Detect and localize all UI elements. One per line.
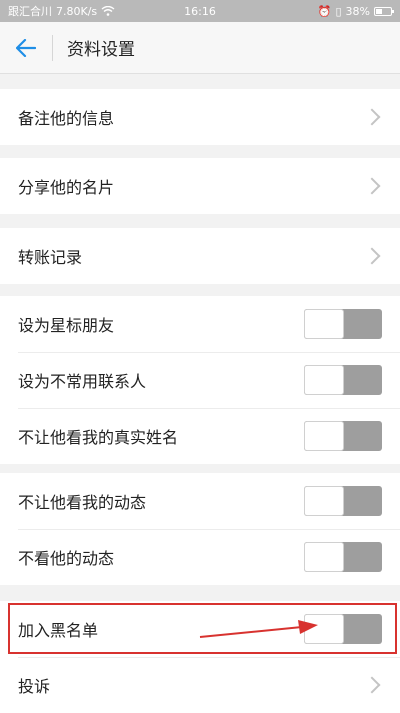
vibrate-icon: ▯ xyxy=(335,4,342,18)
row-label: 设为不常用联系人 xyxy=(18,372,147,391)
row-label: 分享他的名片 xyxy=(18,178,115,197)
arrow-left-icon xyxy=(16,38,36,57)
row-report[interactable]: 投诉 xyxy=(0,657,400,713)
group-remark: 备注他的信息 xyxy=(0,89,400,145)
row-blacklist: 加入黑名单 xyxy=(0,601,400,657)
chevron-right-icon xyxy=(363,247,381,265)
infrequent-contact-toggle[interactable] xyxy=(304,365,382,395)
row-label: 不让他看我的真实姓名 xyxy=(18,428,179,447)
back-button[interactable] xyxy=(0,22,52,74)
alarm-icon: ⏰ xyxy=(317,4,332,18)
group-transfer: 转账记录 xyxy=(0,228,400,284)
row-hide-his-moments: 不看他的动态 xyxy=(0,529,400,585)
row-infrequent-contact: 设为不常用联系人 xyxy=(0,352,400,408)
group-privacy: 设为星标朋友 设为不常用联系人 不让他看我的真实姓名 xyxy=(0,296,400,464)
chevron-right-icon xyxy=(363,108,381,126)
network-speed: 7.80K/s xyxy=(56,4,98,18)
title-divider xyxy=(52,34,53,61)
row-label: 加入黑名单 xyxy=(18,621,99,640)
hide-my-moments-toggle[interactable] xyxy=(304,486,382,516)
row-star-friend: 设为星标朋友 xyxy=(0,296,400,352)
hide-his-moments-toggle[interactable] xyxy=(304,542,382,572)
title-bar: 资料设置 xyxy=(0,22,400,74)
wifi-icon xyxy=(101,6,115,16)
chevron-right-icon xyxy=(363,676,381,694)
battery-icon xyxy=(374,6,394,16)
hide-real-name-toggle[interactable] xyxy=(304,421,382,451)
toggle-knob xyxy=(304,365,344,395)
chevron-right-icon xyxy=(363,177,381,195)
toggle-knob xyxy=(304,542,344,572)
row-hide-my-moments: 不让他看我的动态 xyxy=(0,473,400,529)
row-label: 投诉 xyxy=(18,677,51,696)
row-label: 设为星标朋友 xyxy=(18,316,115,335)
toggle-knob xyxy=(304,309,344,339)
toggle-knob xyxy=(304,614,344,644)
row-transfer-record[interactable]: 转账记录 xyxy=(0,228,400,284)
page-title: 资料设置 xyxy=(67,40,135,60)
blacklist-toggle[interactable] xyxy=(304,614,382,644)
toggle-knob xyxy=(304,421,344,451)
status-bar: 跟汇合川 7.80K/s 16:16 ⏰ ▯ 38% xyxy=(0,0,400,22)
row-hide-real-name: 不让他看我的真实姓名 xyxy=(0,408,400,464)
row-label: 转账记录 xyxy=(18,248,83,267)
row-label: 备注他的信息 xyxy=(18,109,115,128)
group-share: 分享他的名片 xyxy=(0,158,400,214)
toggle-knob xyxy=(304,486,344,516)
star-friend-toggle[interactable] xyxy=(304,309,382,339)
row-remark-info[interactable]: 备注他的信息 xyxy=(0,89,400,145)
group-moments: 不让他看我的动态 不看他的动态 xyxy=(0,473,400,585)
row-label: 不看他的动态 xyxy=(18,549,115,568)
row-label: 不让他看我的动态 xyxy=(18,493,147,512)
group-blacklist: 加入黑名单 投诉 xyxy=(0,601,400,713)
battery-percent: 38% xyxy=(345,4,370,18)
row-share-card[interactable]: 分享他的名片 xyxy=(0,158,400,214)
carrier-label: 跟汇合川 xyxy=(8,5,52,18)
